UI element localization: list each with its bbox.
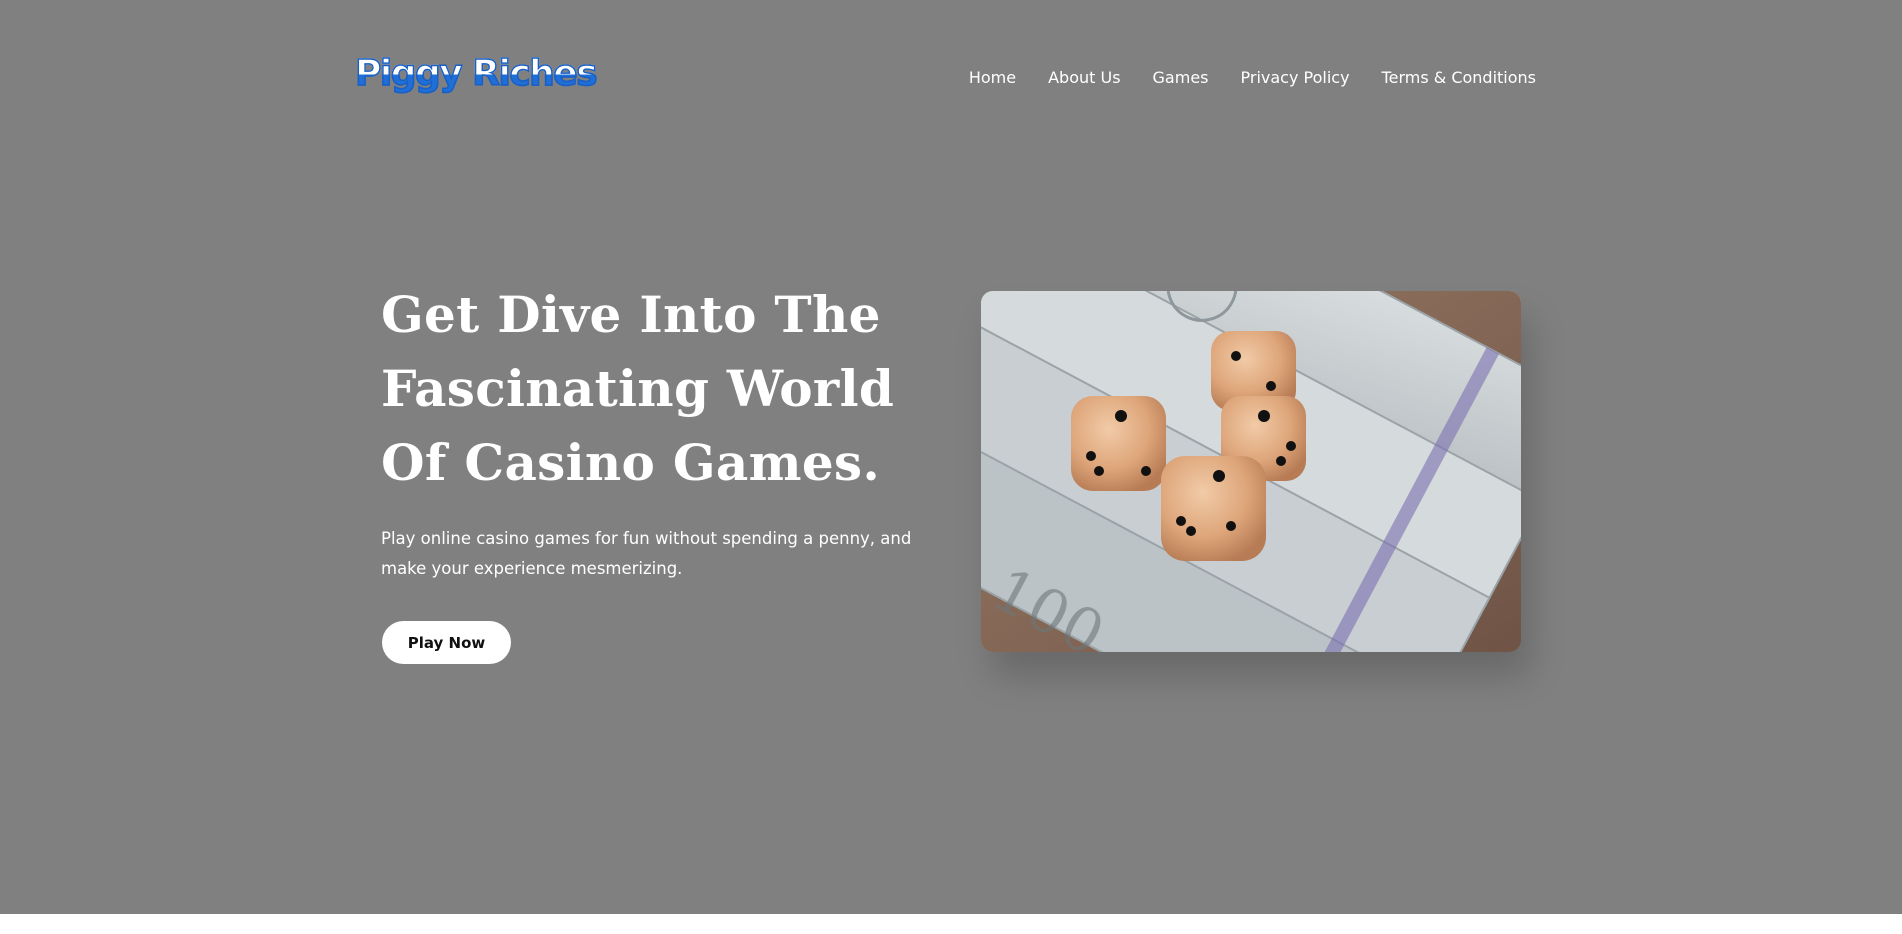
hero-headline-line-3: Of Casino Games. [381,433,881,492]
nav-item-about-us[interactable]: About Us [1048,64,1120,92]
nav-item-home[interactable]: Home [969,64,1016,92]
hero-section: Piggy Riches Home About Us Games Privacy… [0,0,1902,914]
hero-headline-line-2: Fascinating World [381,359,895,418]
logo-text: Piggy Riches [354,53,598,94]
main-nav: Home About Us Games Privacy Policy Terms… [969,64,1536,92]
hero-headline: Get Dive Into The Fascinating World Of C… [381,278,941,500]
hero-subtitle: Play online casino games for fun without… [381,529,912,578]
dice-money-illustration: 100 [981,291,1521,652]
site-logo[interactable]: Piggy Riches [354,50,598,98]
page-bottom-strip [0,914,1902,934]
nav-item-terms-conditions[interactable]: Terms & Conditions [1382,64,1536,92]
nav-item-games[interactable]: Games [1153,64,1209,92]
play-now-button[interactable]: Play Now [382,621,511,664]
hero-image-dice-money: 100 [981,291,1521,652]
nav-item-privacy-policy[interactable]: Privacy Policy [1241,64,1350,92]
hero-headline-line-1: Get Dive Into The [381,285,881,344]
